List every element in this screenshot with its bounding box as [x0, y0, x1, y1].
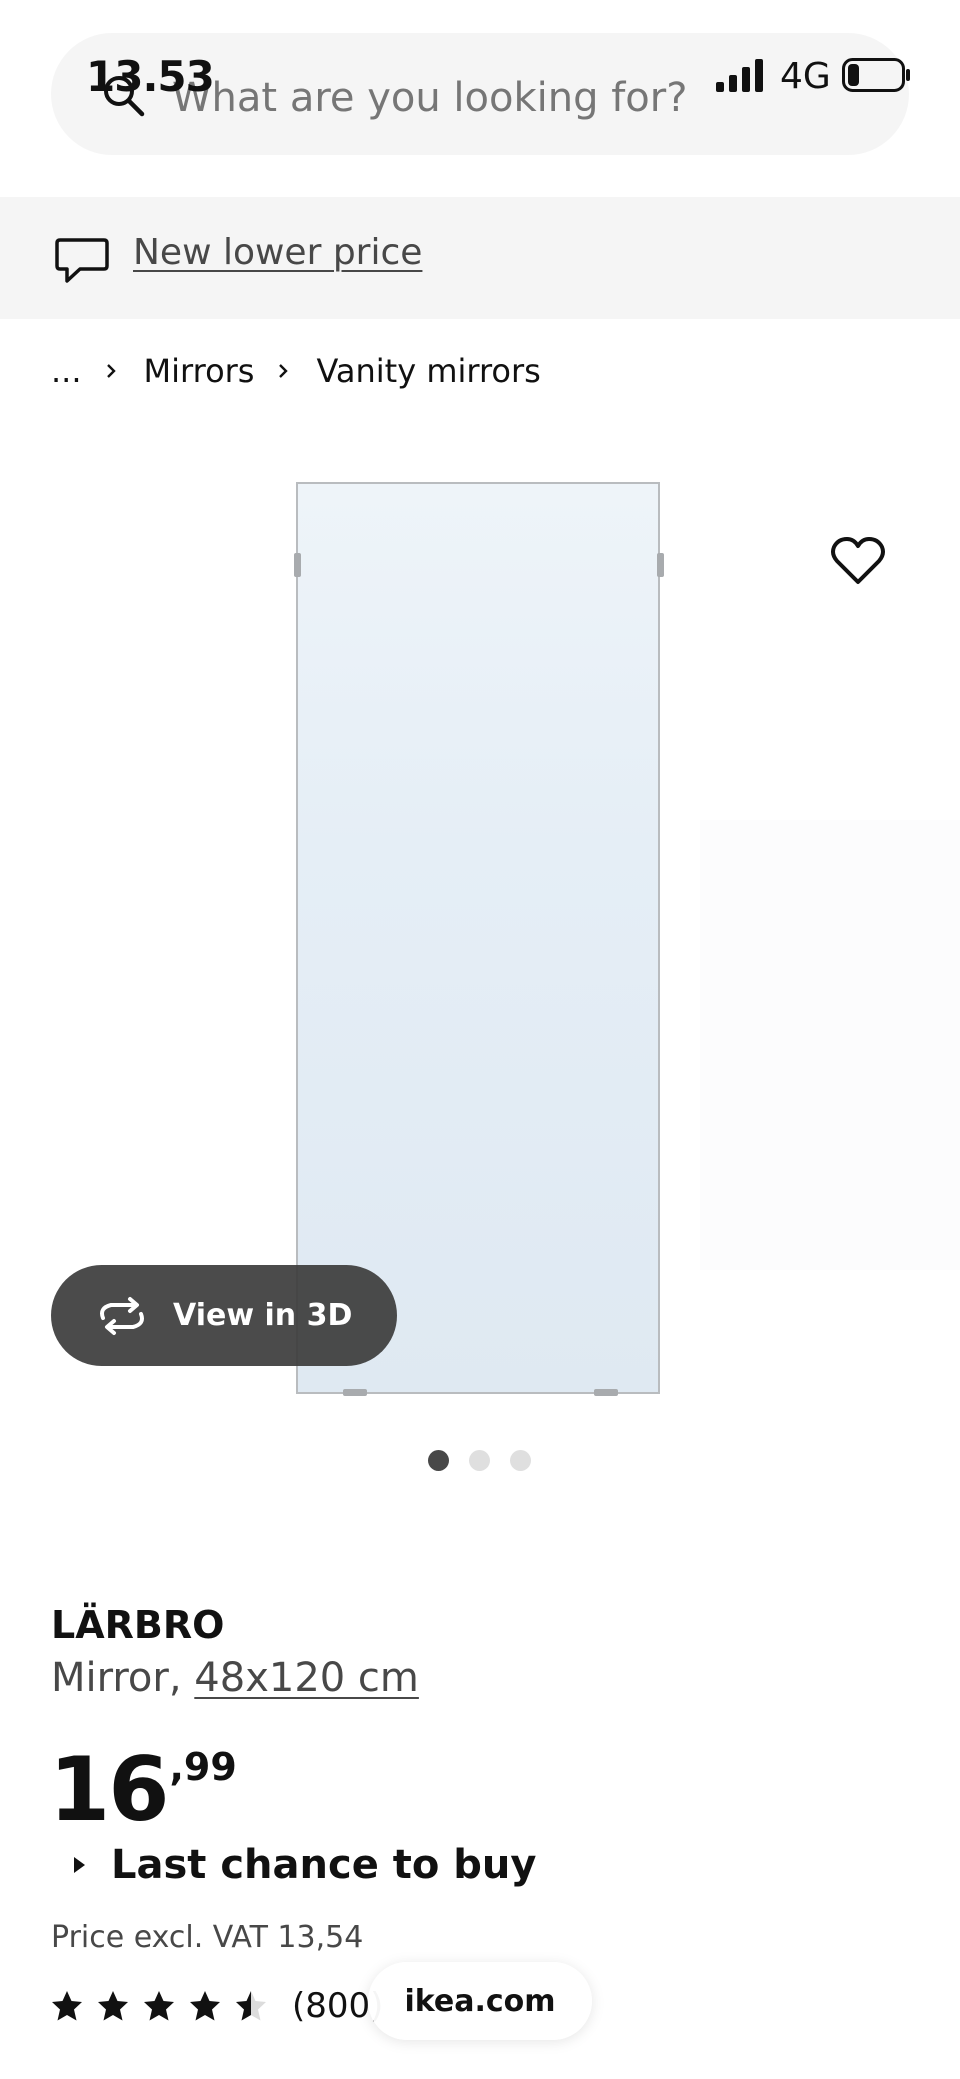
product-name: LÄRBRO — [51, 1603, 225, 1647]
gallery-dot[interactable] — [510, 1450, 531, 1471]
heart-icon[interactable] — [830, 535, 886, 587]
last-chance-toggle[interactable]: Last chance to buy — [74, 1842, 536, 1888]
breadcrumb-vanity-mirrors[interactable]: Vanity mirrors — [316, 352, 540, 390]
mirror-clip — [657, 553, 664, 577]
new-lower-price-link[interactable]: New lower price — [133, 232, 422, 273]
product-size-link[interactable]: 48x120 cm — [194, 1655, 419, 1701]
product-type: Mirror, — [51, 1655, 182, 1701]
mirror-clip — [343, 1389, 367, 1396]
price-integer: 16 — [49, 1738, 169, 1841]
view-in-3d-button[interactable]: View in 3D — [51, 1265, 397, 1366]
product-price: 16 ,99 — [49, 1742, 237, 1838]
star-icon — [98, 1991, 128, 2021]
price-decimal: ,99 — [169, 1745, 237, 1789]
breadcrumb-ellipsis[interactable]: ... — [51, 352, 82, 390]
view-in-3d-label: View in 3D — [173, 1298, 353, 1333]
status-time: 13.53 — [86, 52, 215, 101]
caret-right-icon — [74, 1857, 85, 1873]
gallery-dot[interactable] — [428, 1450, 449, 1471]
mirror-clip — [594, 1389, 618, 1396]
price-excl-vat: Price excl. VAT 13,54 — [51, 1920, 364, 1955]
breadcrumb-mirrors[interactable]: Mirrors — [144, 352, 255, 390]
chevron-right-icon — [279, 364, 289, 378]
network-type: 4G — [780, 56, 831, 97]
breadcrumb: ... Mirrors Vanity mirrors — [51, 352, 541, 390]
star-half-icon — [236, 1991, 266, 2021]
image-backdrop — [700, 820, 960, 1270]
browser-url-chip[interactable]: ikea.com — [368, 1962, 592, 2040]
gallery-dot[interactable] — [469, 1450, 490, 1471]
last-chance-label: Last chance to buy — [111, 1842, 537, 1888]
rotate-3d-icon — [100, 1296, 144, 1335]
signal-bars-icon — [716, 59, 763, 92]
search-input[interactable] — [172, 68, 732, 128]
gallery-pagination — [428, 1450, 531, 1471]
chat-bubble-icon — [55, 238, 109, 283]
star-icon — [52, 1991, 82, 2021]
battery-icon — [842, 58, 910, 92]
rating-stars[interactable] — [51, 1990, 267, 2022]
product-description: Mirror, 48x120 cm — [51, 1655, 419, 1701]
star-icon — [190, 1991, 220, 2021]
chevron-right-icon — [106, 364, 116, 378]
product-image[interactable] — [296, 482, 660, 1394]
star-icon — [144, 1991, 174, 2021]
mirror-clip — [294, 553, 301, 577]
browser-url-label: ikea.com — [404, 1983, 556, 2019]
